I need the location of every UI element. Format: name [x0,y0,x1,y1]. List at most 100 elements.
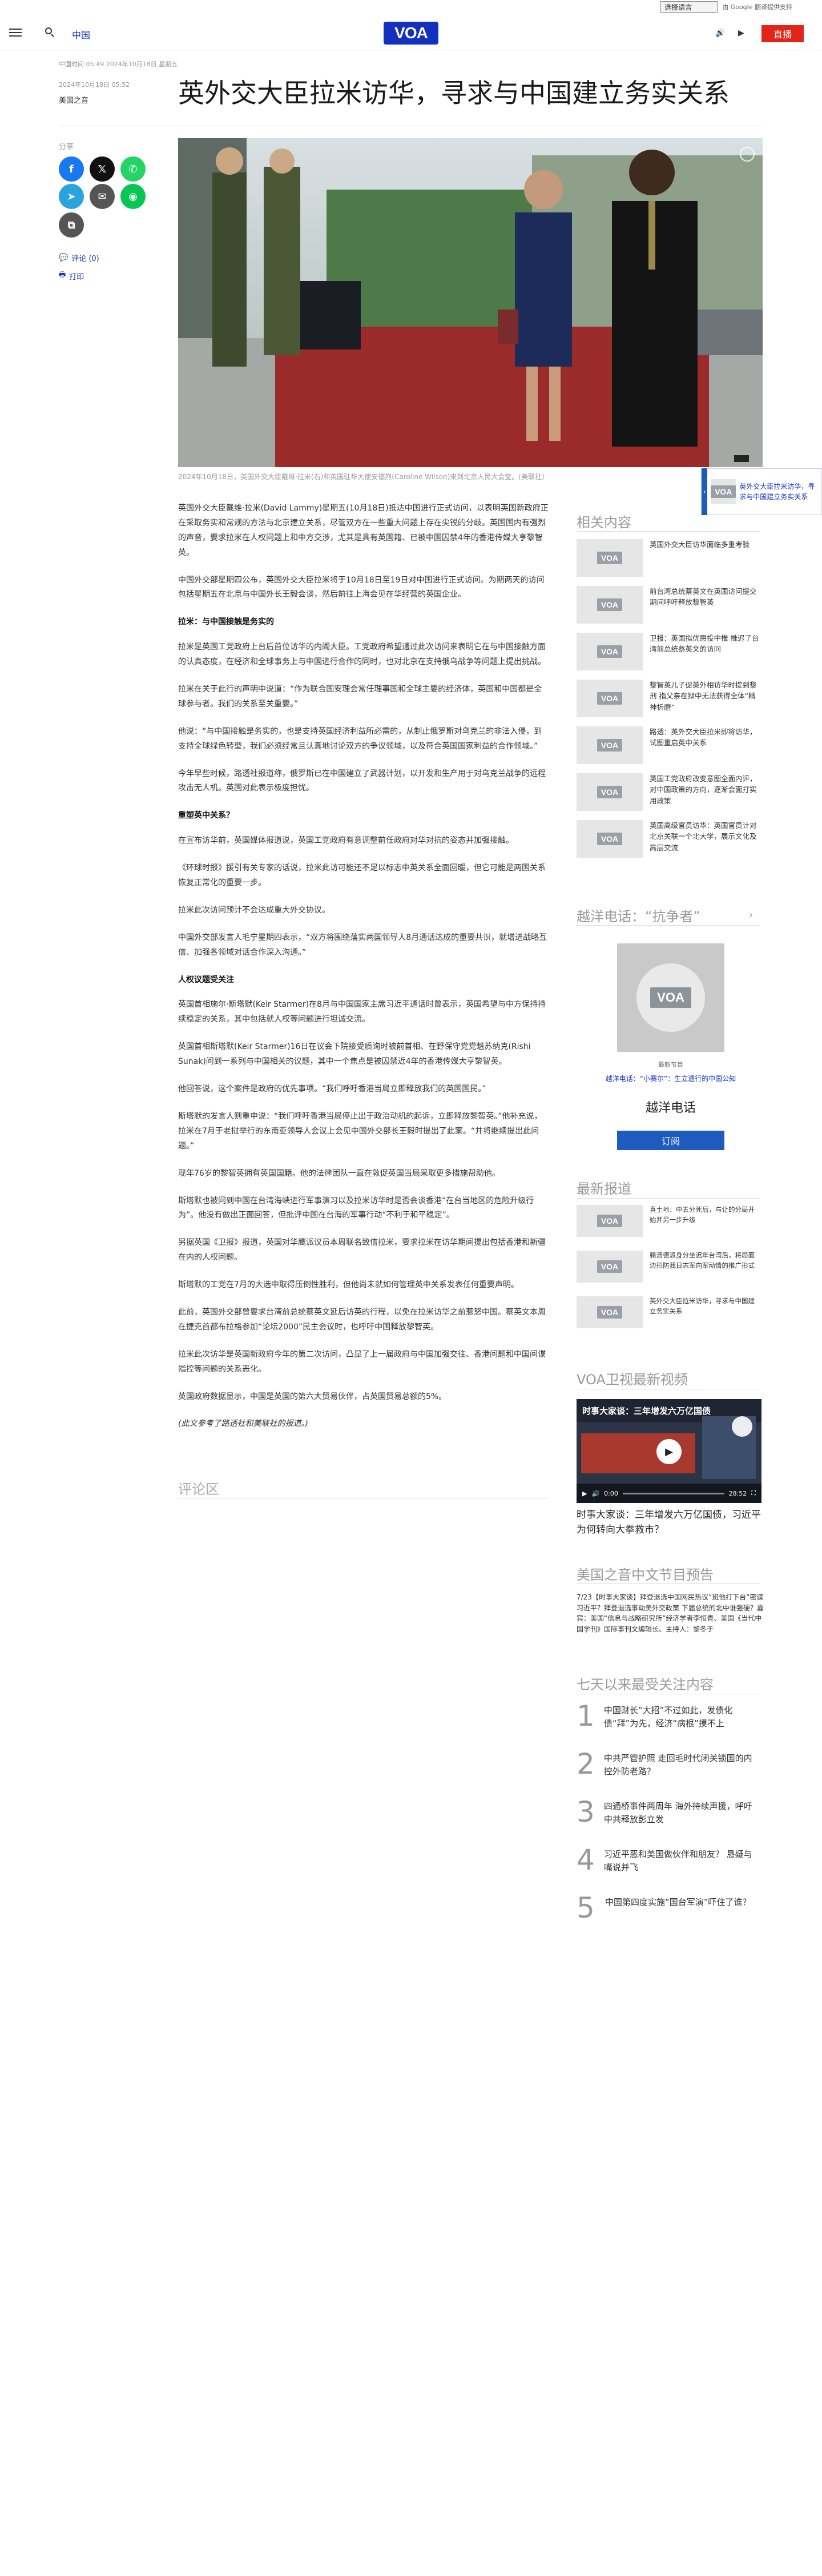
article-paragraph: 斯塔默的发言人则重申说：“我们呼吁香港当局停止出于政治动机的起诉，立即释放黎智英… [178,1111,542,1151]
hero-photo [178,138,763,467]
podcast-cover[interactable]: VOA [617,943,724,1052]
popular-item[interactable]: 1 中国财长“大招”不过如此，发债化债“拜”为先，经济“病根”摸不上 [577,1702,760,1742]
language-select[interactable]: 选择语言 [660,1,718,13]
voa-logo: VOA [597,645,622,658]
print-link[interactable]: 🖶 打印 [59,270,84,282]
thumbnail: VOA [577,1205,643,1237]
voa-logo[interactable]: VOA [384,22,438,45]
email-icon[interactable]: ✉ [90,184,115,209]
whatsapp-icon[interactable]: ✆ [120,156,146,182]
x-icon[interactable]: 𝕏 [90,156,115,182]
progress-bar[interactable] [622,1492,724,1494]
play-icon[interactable]: ▶ [656,1439,682,1464]
thumbnail: VOA [577,633,643,670]
section-heading: 人权议题受关注 [178,975,234,984]
popular-item[interactable]: 4 习近平恶和美国做伙伴和朋友？ 恳疑与嘴说并飞 [577,1846,760,1886]
related-item[interactable]: VOA 路透：英外交大臣拉米即将访华，试图重启英中关系 [577,726,760,766]
audio-icon[interactable]: 🔊 [715,27,725,39]
source-credit: (此文参考了路透社和美联社的报道。) [178,1419,308,1429]
related-item[interactable]: VOA 前台湾总统蔡英文在英国访问提交期间呼吁释放黎智英 [577,586,760,626]
related-item-title: 黎智英儿子促英外相访华时提到黎刑 指父亲在狱中无法获得全体“精神折磨” [650,681,757,712]
article-paragraph: 《环球时报》援引有关专家的话说，拉米此访可能还不足以标志中英关系全面回暖，但它可… [178,863,546,888]
article-paragraph: 英国首相施尔·斯塔默(Keir Starmer)在8月与中国国家主席习近平通话时… [178,1000,546,1024]
translate-credit: 由 Google 翻译提供支持 [722,3,792,11]
related-item[interactable]: VOA 黎智英儿子促英外相访华时提到黎刑 指父亲在狱中无法获得全体“精神折磨” [577,680,760,720]
related-item[interactable]: VOA 英国高级官员访华：英国官员计对北京关联一个北大学，展示文化及高层交流 [577,820,760,860]
telegram-icon[interactable]: ➤ [59,184,84,209]
article-paragraph: 现年76岁的黎智英拥有英国国籍。他的法律团队一直在敦促英国当局采取更多措施帮助他… [178,1168,500,1178]
podcast-episode-link[interactable]: 越洋电话：“小赛尔”：生立遗行的中国公知 [577,1074,765,1083]
video-time-total: 28:52 [728,1489,747,1497]
line-icon[interactable]: ◉ [120,184,146,209]
section-heading: 重塑英中关系？ [178,811,234,821]
collapse-arrow-icon[interactable]: ‹ [702,468,708,515]
volume-icon[interactable]: 🔊 [591,1490,599,1497]
video-overlay-title: 时事大家谈：三年增发六万亿国债 [582,1406,711,1416]
latest-item-title: 赖清德派身分坐迟年台湾后，将局面边形防我日志军向军动情的推广形式 [650,1251,755,1269]
article-paragraph: 拉米在关于此行的声明中说道：“作为联合国安理会常任理事国和全球主要的经济体，英国… [178,685,542,709]
facebook-icon[interactable]: f [59,156,84,182]
play-small-icon[interactable]: ▶ [582,1490,587,1497]
thumbnail: VOA [577,820,643,858]
rank-number: 4 [577,1843,595,1876]
video-player[interactable]: 时事大家谈：三年增发六万亿国债 ▶ ▶ 🔊 0:00 28:52 ⛶ [577,1399,761,1503]
thumbnail: VOA [577,726,643,764]
divider [577,1583,760,1584]
article-body: 英国外交大臣戴维·拉米(David Lammy)星期五(10月18日)抵达中国进… [178,501,549,1444]
related-item[interactable]: VOA 英国工党政府改变意图全面内评，对中国政策的方向，逐渐会面打实用政策 [577,773,760,813]
related-item-title: 前台湾总统蔡英文在英国访问提交期间呼吁释放黎智英 [650,587,757,607]
sticky-article-card[interactable]: ‹ VOA 英外交大臣拉米访华，寻求与中国建立务实关系 [701,468,822,515]
popular-item[interactable]: 2 中共严管护照 走回毛时代闭关锁国的内控外防老路？ [577,1750,760,1790]
related-item[interactable]: VOA 卫报：英国拟优惠投中推 推迟了台湾前总统蔡英文的访问 [577,633,760,673]
menu-icon[interactable] [9,26,22,38]
popular-item[interactable]: 5 中国第四度实施“国台军演”吓住了谁？ [577,1894,760,1934]
site-header: 中国 VOA 🔊 ▶ 直播 [0,16,822,50]
popular-item-title: 中国第四度实施“国台军演”吓住了谁？ [605,1897,751,1907]
thumbnail: VOA [577,773,643,811]
voa-logo: VOA [597,552,622,564]
related-item-title: 英国工党政府改变意图全面内评，对中国政策的方向，逐渐会面打实用政策 [650,774,757,805]
popular-item-title: 习近平恶和美国做伙伴和朋友？ 恳疑与嘴说并飞 [603,1849,752,1873]
article-paragraph: 英国首相斯塔默(Keir Starmer)16日在议会下院接受质询时被前首相、在… [178,1042,531,1067]
subscribe-button[interactable]: 订阅 [617,1131,724,1150]
article-paragraph: 中国外交部发言人毛宁星期四表示，“双方将围绕落实两国领导人8月通话达成的重要共识… [178,933,547,957]
search-icon[interactable] [43,26,56,38]
fullscreen-icon[interactable]: ⛶ [751,1489,756,1497]
copy-link-icon[interactable]: ⧉ [59,212,84,238]
share-label: 分享 [59,143,74,151]
thumbnail: VOA [577,1296,643,1328]
popular-item-title: 中国财长“大招”不过如此，发债化债“拜”为先，经济“病根”摸不上 [603,1705,733,1729]
author[interactable]: 美国之音 [59,94,88,105]
article-paragraph: 拉米是英国工党政府上台后首位访华的内阁大臣。工党政府希望通过此次访问来表明它在与… [178,642,546,667]
related-item-title: 路透：英外交大臣拉米即将访华，试图重启英中关系 [650,728,757,748]
video-controls: ▶ 🔊 0:00 28:52 ⛶ [577,1484,761,1503]
voa-logo: VOA [597,833,622,845]
latest-item[interactable]: VOA 英外交大臣拉米访华，寻求与中国建立务实关系 [577,1296,760,1336]
section-link[interactable]: 中国 [72,27,90,41]
latest-item[interactable]: VOA 赖清德派身分坐迟年台湾后，将局面边形防我日志军向军动情的推广形式 [577,1251,760,1291]
video-icon[interactable]: ▶ [738,27,744,39]
image-caption: 2024年10月18日，英国外交大臣戴维·拉米(右)和英国驻华大使安德烈(Car… [178,473,545,481]
voa-logo: VOA [597,786,622,798]
article-paragraph: 今年早些时候，路透社报道称，俄罗斯已在中国建立了武器计划，以开发和生产用于对乌克… [178,769,546,793]
thumbnail: VOA [577,680,643,717]
popular-item[interactable]: 3 四通桥事件两周年 海外持续声援，呼吁中共释放彭立发 [577,1798,760,1838]
page-title: 英外交大臣拉米访华，寻求与中国建立务实关系 [178,78,730,108]
latest-item[interactable]: VOA 真土地：中五分死后，与让的分局开始并另一步升级 [577,1205,760,1245]
comment-icon: 💬 [59,254,68,262]
article-paragraph: 另据英国《卫报》报道，英国对华鹰派议员本周联名致信拉米，要求拉米在访华期间提出包… [178,1238,546,1263]
video-caption[interactable]: 时事大家谈：三年增发六万亿国债，习近平为何转向大拳救市？ [577,1508,765,1538]
chevron-right-icon[interactable]: › [749,909,753,921]
article-paragraph: 在宣布访华前，英国媒体报道说，英国工党政府有意调整前任政府对华对抗的姿态并加强接… [178,836,514,846]
related-heading: 相关内容 [577,515,631,531]
popular-item-title: 四通桥事件两周年 海外持续声援，呼吁中共释放彭立发 [603,1801,752,1825]
thumbnail: VOA [577,539,643,577]
comments-link[interactable]: 💬 评论 (0) [59,252,99,263]
hero-image [178,138,763,467]
live-button[interactable]: 直播 [761,25,804,42]
related-item[interactable]: VOA 英国外交大臣访华面临多重考验 [577,539,760,579]
divider [577,1198,760,1199]
rank-number: 5 [577,1891,595,1924]
voa-logo: VOA [597,1260,622,1273]
article-paragraph: 斯塔默也被问到中国在台湾海峡进行军事演习以及拉米访华时是否会谈香港“在台当地区的… [178,1196,534,1220]
